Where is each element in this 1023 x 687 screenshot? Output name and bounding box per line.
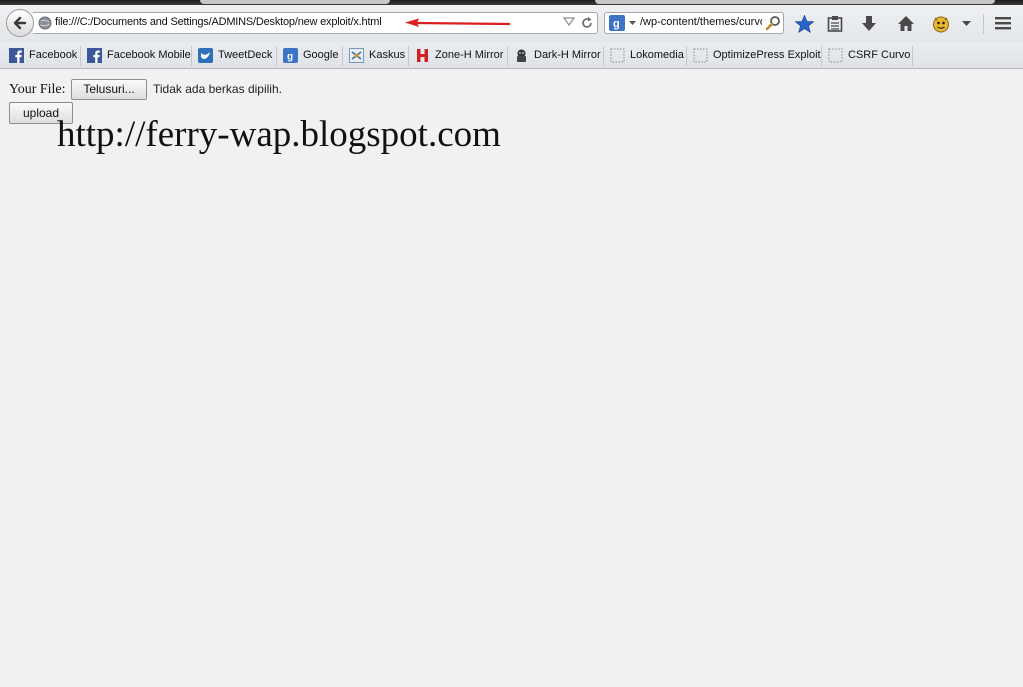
svg-text:g: g — [613, 18, 620, 30]
search-bar[interactable]: g /wp-content/themes/curvo — [604, 12, 784, 34]
downloads-icon[interactable] — [861, 15, 877, 33]
reload-icon[interactable] — [580, 16, 594, 30]
browse-button[interactable]: Telusuri... — [71, 79, 147, 100]
chevron-down-icon[interactable] — [962, 21, 971, 27]
bookmark-label: Zone-H Mirror — [435, 49, 504, 61]
bookmark-label: Facebook — [29, 49, 78, 61]
blank-page-icon — [610, 48, 625, 63]
bookmark-divider — [686, 46, 687, 66]
bookmark-divider — [80, 46, 81, 66]
google-icon: g — [283, 48, 298, 63]
no-file-selected-text: Tidak ada berkas dipilih. — [153, 82, 282, 96]
bookmark-label: Facebook Mobile — [107, 49, 191, 61]
bookmark-label: OptimizePress Exploit — [713, 49, 821, 61]
navigation-toolbar: file:///C:/Documents and Settings/ADMINS… — [0, 5, 1023, 42]
bookmark-divider — [912, 46, 913, 66]
kaskus-icon — [349, 48, 364, 63]
bookmark-label: Google — [303, 49, 339, 61]
back-button[interactable] — [6, 9, 34, 37]
bookmark-divider — [342, 46, 343, 66]
bookmark-label: Lokomedia — [630, 49, 684, 61]
history-dropdown-icon[interactable] — [563, 17, 575, 27]
engine-dropdown-icon[interactable] — [629, 21, 636, 26]
bookmark-label: CSRF Curvo — [848, 49, 911, 61]
back-arrow-icon — [13, 16, 27, 30]
bookmark-divider — [191, 46, 192, 66]
bookmark-divider — [507, 46, 508, 66]
bookmarks-toolbar: Facebook Facebook Mobile TweetDeck g Goo… — [0, 42, 1023, 69]
bookmark-divider — [408, 46, 409, 66]
address-bar[interactable]: file:///C:/Documents and Settings/ADMINS… — [33, 12, 598, 34]
zone-h-icon — [417, 49, 428, 62]
bookmark-divider — [276, 46, 277, 66]
url-text[interactable]: file:///C:/Documents and Settings/ADMINS… — [55, 16, 382, 28]
menu-icon[interactable] — [994, 15, 1012, 31]
search-input[interactable]: /wp-content/themes/curvo — [640, 16, 762, 28]
facebook-icon — [9, 48, 24, 63]
tab-edge — [200, 0, 390, 4]
bookmark-divider — [603, 46, 604, 66]
bookmark-label: Kaskus — [369, 49, 406, 61]
dark-h-icon — [517, 49, 526, 62]
reading-list-icon[interactable] — [827, 15, 843, 33]
tab-edge — [595, 0, 995, 4]
toolbar-divider — [983, 14, 984, 34]
blank-page-icon — [828, 48, 843, 63]
bookmark-divider — [821, 46, 822, 66]
blog-url-text: http://ferry-wap.blogspot.com — [57, 114, 501, 155]
search-go-icon[interactable] — [765, 15, 781, 31]
bookmark-star-icon[interactable] — [795, 15, 814, 33]
facebook-icon — [87, 48, 102, 63]
blank-page-icon — [693, 48, 708, 63]
red-annotation-arrow — [405, 18, 511, 27]
bookmark-label: Dark-H Mirror — [534, 49, 601, 61]
page-content: Your File: Telusuri... Tidak ada berkas … — [0, 69, 1023, 687]
bookmark-label: TweetDeck — [218, 49, 273, 61]
home-icon[interactable] — [897, 15, 915, 33]
svg-text:g: g — [287, 52, 293, 63]
google-icon[interactable]: g — [609, 15, 625, 31]
tweetdeck-icon — [198, 48, 213, 63]
file-label: Your File: — [9, 82, 66, 97]
globe-icon — [38, 16, 52, 30]
extension-icon[interactable] — [932, 15, 950, 33]
